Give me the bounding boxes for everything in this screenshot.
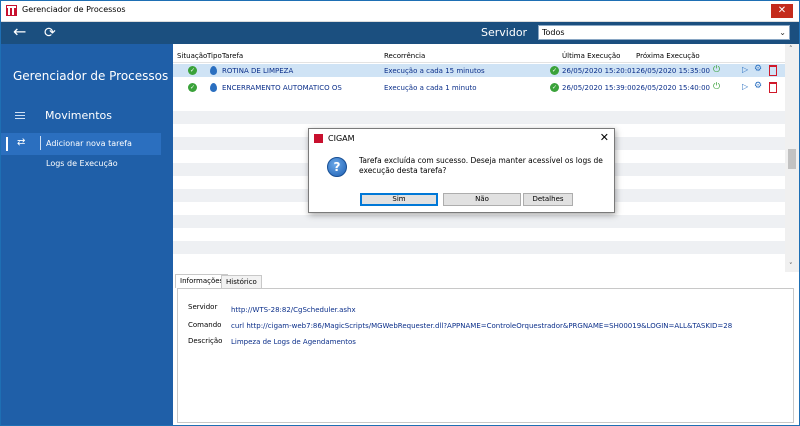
server-label: Servidor [481, 26, 528, 39]
dialog-title: CIGAM [328, 134, 355, 143]
sidebar: Gerenciador de Processos Movimentos ⇄ Ad… [1, 44, 173, 425]
table-row[interactable]: ✓ ENCERRAMENTO AUTOMATICO OS Execução a … [173, 81, 785, 94]
column-header-tipo[interactable]: Tipo [207, 52, 222, 60]
sidebar-section-movimentos[interactable]: Movimentos [45, 109, 112, 122]
comando-value: curl http://cigam-web7:86/MagicScripts/M… [231, 322, 733, 330]
cell-recorrencia: Execução a cada 1 minuto [384, 84, 477, 92]
details-button[interactable]: Detalhes [523, 193, 573, 206]
dialog-close-icon[interactable]: ✕ [600, 131, 609, 144]
title-bar: Gerenciador de Processos ✕ [1, 1, 799, 22]
descricao-value: Limpeza de Logs de Agendamentos [231, 338, 356, 346]
column-header-situacao[interactable]: Situação [177, 52, 207, 60]
dialog-message: Tarefa excluída com sucesso. Deseja mant… [359, 156, 603, 175]
vertical-scrollbar[interactable]: ˄ ˅ [785, 44, 799, 272]
cell-tarefa: ENCERRAMENTO AUTOMATICO OS [222, 84, 342, 92]
divider [40, 136, 41, 150]
back-arrow-icon[interactable]: ← [13, 23, 26, 41]
last-run-ok-icon: ✓ [550, 66, 559, 75]
status-ok-icon: ✓ [188, 66, 197, 75]
gear-icon[interactable]: ⚙ [754, 64, 762, 74]
confirm-dialog: CIGAM ✕ ? Tarefa excluída com sucesso. D… [308, 128, 615, 213]
sidebar-item-logs-de-execucao[interactable]: Logs de Execução [46, 159, 118, 168]
hamburger-menu-icon[interactable] [15, 112, 25, 121]
no-button[interactable]: Não [443, 193, 521, 206]
play-icon[interactable]: ▷ [742, 82, 748, 91]
comando-label: Comando [188, 321, 222, 329]
main-content: Situação Tipo Tarefa Recorrência Última … [173, 44, 799, 425]
scrollbar-thumb[interactable] [788, 149, 796, 169]
servidor-label: Servidor [188, 303, 218, 311]
info-panel: Servidor http://WTS-28:82/CgScheduler.as… [177, 288, 794, 423]
detail-tabs: Informações Histórico [173, 274, 799, 289]
server-select-value: Todos [542, 28, 565, 37]
top-toolbar: ← ⟳ Servidor Todos ⌄ [1, 22, 799, 44]
column-header-ultima-execucao[interactable]: Última Execução [562, 52, 620, 60]
cell-proxima-execucao: 26/05/2020 15:35:00 [636, 67, 711, 75]
column-header-tarefa[interactable]: Tarefa [222, 52, 243, 60]
window-title: Gerenciador de Processos [22, 5, 126, 14]
descricao-label: Descrição [188, 337, 223, 345]
cell-ultima-execucao: 26/05/2020 15:20:01 [562, 67, 637, 75]
last-run-ok-icon: ✓ [550, 83, 559, 92]
window-close-button[interactable]: ✕ [771, 4, 793, 18]
app-window: Gerenciador de Processos ✕ ← ⟳ Servidor … [0, 0, 800, 426]
sidebar-app-title: Gerenciador de Processos [13, 69, 169, 83]
gear-icon[interactable]: ⚙ [754, 81, 762, 91]
cell-proxima-execucao: 26/05/2020 15:40:00 [636, 84, 711, 92]
header-divider [173, 62, 785, 63]
column-header-proxima-execucao[interactable]: Próxima Execução [636, 52, 700, 60]
status-ok-icon: ✓ [188, 83, 197, 92]
power-icon[interactable]: ⏻ [713, 82, 720, 92]
type-drop-icon [210, 83, 217, 92]
column-header-recorrencia[interactable]: Recorrência [384, 52, 425, 60]
yes-button[interactable]: Sim [360, 193, 438, 206]
app-logo-icon [6, 5, 17, 16]
cell-recorrencia: Execução a cada 15 minutos [384, 67, 485, 75]
cell-tarefa: ROTINA DE LIMPEZA [222, 67, 294, 75]
refresh-icon[interactable]: ⟳ [44, 25, 56, 41]
tab-historico[interactable]: Histórico [221, 275, 262, 289]
swap-arrows-icon: ⇄ [17, 137, 26, 148]
cigam-logo-icon [314, 134, 323, 143]
servidor-value: http://WTS-28:82/CgScheduler.ashx [231, 306, 356, 314]
empty-row [173, 241, 785, 254]
trash-icon[interactable] [769, 65, 777, 76]
active-indicator [6, 137, 8, 151]
power-icon[interactable]: ⏻ [713, 65, 720, 75]
trash-icon[interactable] [769, 82, 777, 93]
scroll-down-icon[interactable]: ˅ [789, 262, 793, 270]
chevron-down-icon: ⌄ [779, 28, 786, 37]
scroll-up-icon[interactable]: ˄ [789, 45, 793, 53]
play-icon[interactable]: ▷ [742, 65, 748, 74]
table-row[interactable]: ✓ ROTINA DE LIMPEZA Execução a cada 15 m… [173, 64, 785, 77]
empty-row [173, 111, 785, 124]
question-icon: ? [327, 157, 347, 177]
server-select[interactable]: Todos ⌄ [538, 25, 790, 40]
type-drop-icon [210, 66, 217, 75]
sidebar-item-adicionar-nova-tarefa[interactable]: Adicionar nova tarefa [46, 139, 132, 148]
cell-ultima-execucao: 26/05/2020 15:39:00 [562, 84, 637, 92]
empty-row [173, 215, 785, 228]
